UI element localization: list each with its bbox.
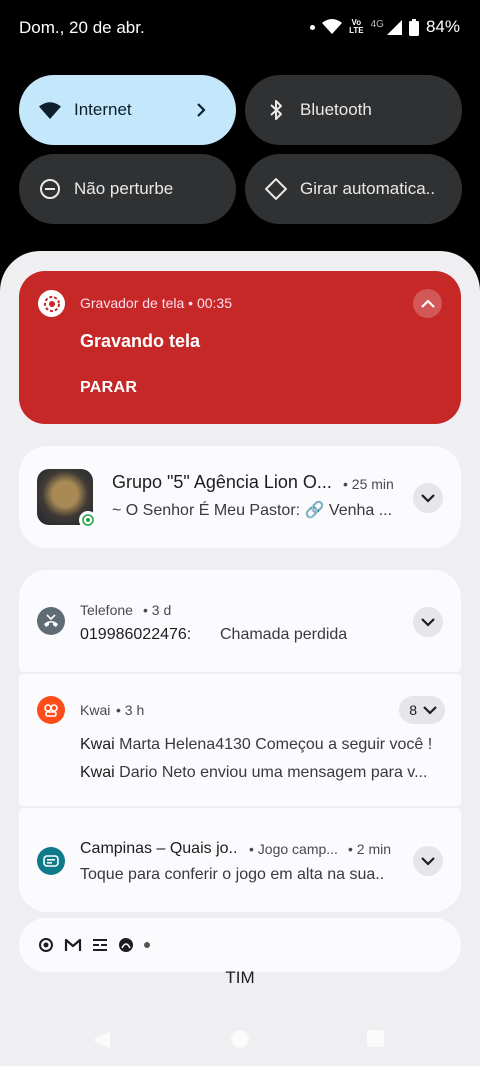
phone-text: Chamada perdida [220,626,348,643]
chevron-right-icon [196,103,218,117]
game-title: Campinas – Quais jo.. [80,840,238,857]
navigation-bar [0,1015,480,1066]
recorder-title: Gravando tela [80,331,201,351]
group-avatar [37,469,97,529]
signal-icon [386,19,402,35]
screen-record-icon [39,938,53,952]
gmail-icon [64,938,82,951]
chevron-down-icon [423,705,437,715]
phone-app-name: Telefone [80,602,133,618]
kwai-app-icon [37,696,65,724]
chevron-down-icon [421,856,435,866]
game-message: Toque para conferir o jogo em alta na su… [80,866,385,883]
status-icons: Vo LTE 4G 84% [310,17,460,37]
whatsapp-time: • 25 min [343,476,394,492]
more-indicator-icon [144,942,150,948]
kwai-time: • 3 h [116,702,145,718]
dnd-tile-label: Não perturbe [74,179,174,198]
chevron-up-icon [420,299,435,308]
phone-number: 019986022476: [80,626,192,643]
whatsapp-badge-icon [79,511,97,529]
news-icon [93,939,107,951]
network-type-label: 4G [370,18,384,30]
status-date: Dom., 20 de abr. [19,18,145,37]
phone-time: • 3 d [143,602,172,618]
rotate-icon [264,177,288,201]
overflow-notifications-bar[interactable] [19,918,461,972]
expand-button[interactable] [413,846,443,876]
game-subtitle: • Jogo camp... [249,841,338,857]
game-time: • 2 min [348,841,392,857]
kwai-app-name: Kwai [80,702,111,718]
wifi-icon [38,98,62,122]
kwai-count: 8 [409,702,417,718]
screen-recorder-notification[interactable]: Gravador de tela • 00:35 Gravando tela P… [19,271,461,424]
whatsapp-notification[interactable]: Grupo "5" Agência Lion O... • 25 min ~ O… [19,446,461,548]
speedometer-icon [119,938,133,952]
auto-rotate-tile[interactable]: Girar automatica.. [245,154,462,224]
back-button-icon[interactable] [93,1031,110,1049]
screen-record-icon [38,290,65,317]
whatsapp-title: Grupo "5" Agência Lion O... [112,472,332,492]
recorder-header: Gravador de tela • 00:35 [80,295,232,311]
chevron-down-icon [421,493,435,503]
battery-icon [408,18,419,36]
chevron-down-icon [421,617,435,627]
battery-percent: 84% [425,17,460,36]
kwai-count-badge[interactable]: 8 [399,696,445,724]
kwai-message-text: Marta Helena4130 Começou a seguir você ! [119,736,433,753]
kwai-sender: Kwai [80,736,115,753]
carrier-label: TIM [225,968,255,987]
internet-tile-label: Internet [74,100,132,119]
game-notification[interactable]: Campinas – Quais jo.. • Jogo camp... • 2… [19,808,461,912]
status-bar: Dom., 20 de abr. Vo LTE 4G 84% [0,0,480,58]
notification-dot-icon [310,24,316,30]
dnd-tile[interactable]: Não perturbe [19,154,236,224]
phone-notification[interactable]: Telefone • 3 d 019986022476: Chamada per… [19,570,461,672]
recents-button-icon[interactable] [367,1030,384,1047]
do-not-disturb-icon [38,177,62,201]
kwai-sender: Kwai [80,764,115,781]
internet-tile[interactable]: Internet [19,75,236,145]
missed-call-icon [37,607,65,635]
kwai-notification[interactable]: Kwai • 3 h 8 Kwai Marta Helena4130 Começ… [19,674,461,806]
home-button-icon[interactable] [231,1030,249,1048]
expand-button[interactable] [413,607,443,637]
game-app-icon [37,847,65,875]
volte-icon: Vo LTE [349,18,364,35]
wifi-icon [322,19,343,34]
kwai-message-2: Kwai Dario Neto enviou uma mensagem para… [80,764,427,782]
whatsapp-message: ~ O Senhor É Meu Pastor: 🔗 Venha ... [112,502,393,519]
collapse-button[interactable] [413,289,442,318]
bluetooth-icon [264,98,288,122]
kwai-message-text: Dario Neto enviou uma mensagem para v... [119,764,428,781]
auto-rotate-tile-label: Girar automatica.. [300,179,436,198]
bluetooth-tile-label: Bluetooth [300,100,372,119]
stop-recording-button[interactable]: PARAR [80,379,137,397]
bluetooth-tile[interactable]: Bluetooth [245,75,462,145]
kwai-message-1: Kwai Marta Helena4130 Começou a seguir v… [80,736,432,754]
expand-button[interactable] [413,483,443,513]
